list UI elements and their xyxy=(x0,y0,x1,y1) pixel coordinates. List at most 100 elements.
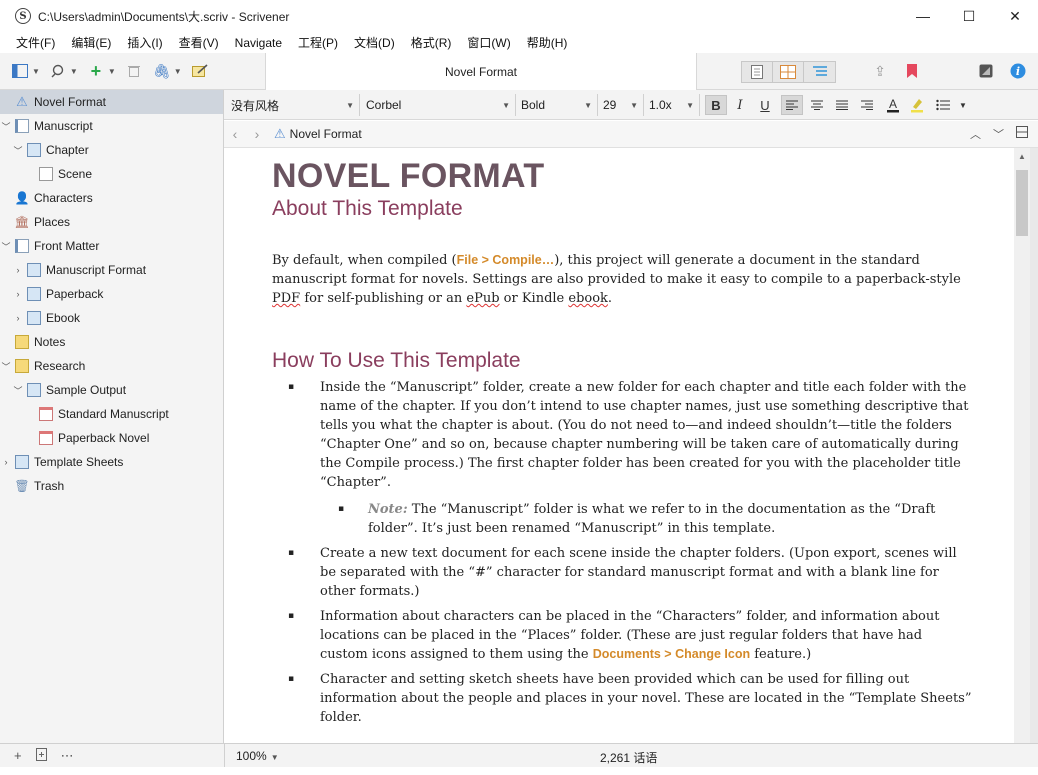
chevron-down-icon[interactable]: ▼ xyxy=(174,67,182,76)
binder-item-label: Front Matter xyxy=(34,239,100,253)
forward-arrow-icon[interactable]: › xyxy=(246,126,268,142)
next-document-icon[interactable]: ﹀ xyxy=(993,126,1004,142)
file-compile-link[interactable]: File > Compile… xyxy=(457,253,555,267)
menu-edit[interactable]: 编辑(E) xyxy=(63,34,119,51)
outliner-view-icon[interactable] xyxy=(804,62,835,82)
line-spacing-select[interactable]: 1.0x ▼ xyxy=(644,94,700,116)
align-left-button[interactable] xyxy=(781,95,803,115)
bold-button[interactable]: B xyxy=(705,95,727,115)
binder-item-research[interactable]: ﹀ Research xyxy=(0,354,223,378)
corkboard-view-icon[interactable] xyxy=(773,62,804,82)
font-select[interactable]: Corbel ▼ xyxy=(361,94,516,116)
binder-item-standard-manuscript[interactable]: Standard Manuscript xyxy=(0,402,223,426)
more-options-icon[interactable]: ⋯ xyxy=(61,748,74,764)
list-icon[interactable] xyxy=(932,95,954,115)
trash-toolbar-icon[interactable] xyxy=(124,61,144,81)
binder-item-template-sheets[interactable]: › Template Sheets xyxy=(0,450,223,474)
document-body[interactable]: NOVEL FORMAT About This Template By defa… xyxy=(272,156,972,733)
binder-item-front-matter[interactable]: ﹀ Front Matter xyxy=(0,234,223,258)
binder-item-novel-format[interactable]: ⚠ Novel Format xyxy=(0,90,223,114)
align-justify-button[interactable] xyxy=(831,95,853,115)
list-item: Information about characters can be plac… xyxy=(272,607,972,664)
binder-item-ebook[interactable]: › Ebook xyxy=(0,306,223,330)
bookmark-icon[interactable] xyxy=(902,61,922,81)
chevron-right-icon[interactable]: › xyxy=(0,457,12,467)
binder-item-label: Novel Format xyxy=(34,95,107,109)
binder-toggle-icon[interactable] xyxy=(10,61,30,81)
menu-project[interactable]: 工程(P) xyxy=(290,34,346,51)
align-center-button[interactable] xyxy=(806,95,828,115)
font-weight-select[interactable]: Bold ▼ xyxy=(516,94,598,116)
maximize-button[interactable]: ☐ xyxy=(946,0,992,32)
list-item: Character and setting sketch sheets have… xyxy=(272,670,972,727)
underline-button[interactable]: U xyxy=(754,95,776,115)
search-icon[interactable] xyxy=(48,61,68,81)
add-item-icon[interactable]: + xyxy=(14,748,22,764)
style-select[interactable]: 没有风格 ▼ xyxy=(226,94,360,116)
menu-view[interactable]: 查看(V) xyxy=(171,34,227,51)
chevron-down-icon[interactable]: ﹀ xyxy=(0,240,12,253)
menu-navigate[interactable]: Navigate xyxy=(227,36,290,50)
menu-window[interactable]: 窗口(W) xyxy=(459,34,518,51)
add-folder-icon[interactable] xyxy=(35,748,47,764)
chevron-down-icon[interactable]: ▼ xyxy=(32,67,40,76)
manuscript-icon xyxy=(15,119,29,133)
info-icon[interactable]: i xyxy=(1008,61,1028,81)
binder-item-notes[interactable]: Notes xyxy=(0,330,223,354)
scroll-up-icon[interactable]: ▲ xyxy=(1014,152,1030,161)
chevron-down-icon[interactable]: ▼ xyxy=(952,95,974,115)
chevron-down-icon[interactable]: ﹀ xyxy=(12,144,24,157)
binder-item-chapter[interactable]: ﹀ Chapter xyxy=(0,138,223,162)
binder-item-characters[interactable]: 👤 Characters xyxy=(0,186,223,210)
align-right-button[interactable] xyxy=(856,95,878,115)
binder-item-places[interactable]: 🏛 Places xyxy=(0,210,223,234)
binder-item-scene[interactable]: Scene xyxy=(0,162,223,186)
italic-button[interactable]: I xyxy=(729,95,751,115)
document-title: Novel Format xyxy=(265,53,697,90)
binder-item-trash[interactable]: 🗑 Trash xyxy=(0,474,223,498)
binder-item-manuscript-format[interactable]: › Manuscript Format xyxy=(0,258,223,282)
binder-item-label: Paperback xyxy=(46,287,104,301)
menu-help[interactable]: 帮助(H) xyxy=(519,34,576,51)
chevron-down-icon: ▼ xyxy=(584,100,592,110)
previous-document-icon[interactable]: ︿ xyxy=(970,126,981,142)
add-icon[interactable]: + xyxy=(86,61,106,81)
share-icon[interactable]: ⇪ xyxy=(870,61,890,81)
editor-scrollbar[interactable]: ▲ xyxy=(1014,148,1030,743)
warning-icon: ⚠ xyxy=(274,126,286,141)
binder-item-sample-output[interactable]: ﹀ Sample Output xyxy=(0,378,223,402)
back-arrow-icon[interactable]: ‹ xyxy=(224,126,246,142)
format-bar: 没有风格 ▼ Corbel ▼ Bold ▼ 29 ▼ 1.0x ▼ B I U A ▼ xyxy=(224,90,1038,120)
menu-format[interactable]: 格式(R) xyxy=(403,34,460,51)
chevron-down-icon[interactable]: ﹀ xyxy=(0,360,12,373)
chevron-down-icon[interactable]: ▼ xyxy=(70,67,78,76)
minimize-button[interactable]: — xyxy=(900,0,946,32)
scrivenings-view-icon[interactable] xyxy=(742,62,773,82)
attachment-icon[interactable]: 🖇 xyxy=(152,61,172,81)
text-color-icon[interactable]: A xyxy=(882,95,904,115)
binder-item-paperback-novel[interactable]: Paperback Novel xyxy=(0,426,223,450)
chevron-down-icon[interactable]: ﹀ xyxy=(12,384,24,397)
split-editor-icon[interactable] xyxy=(1016,126,1028,142)
change-icon-link[interactable]: Documents > Change Icon xyxy=(593,647,750,661)
zoom-select[interactable]: 100% ▼ xyxy=(236,749,279,763)
scrollbar-thumb[interactable] xyxy=(1016,170,1028,236)
chevron-down-icon[interactable]: ▼ xyxy=(108,67,116,76)
chevron-right-icon[interactable]: › xyxy=(12,313,24,323)
menu-documents[interactable]: 文档(D) xyxy=(346,34,403,51)
close-button[interactable]: ✕ xyxy=(992,0,1038,32)
pdf-icon xyxy=(39,431,53,445)
binder-item-manuscript[interactable]: ﹀ Manuscript xyxy=(0,114,223,138)
chevron-down-icon[interactable]: ﹀ xyxy=(0,120,12,133)
inspector-toggle-icon[interactable] xyxy=(976,61,996,81)
binder-item-paperback[interactable]: › Paperback xyxy=(0,282,223,306)
menu-file[interactable]: 文件(F) xyxy=(8,34,63,51)
chevron-right-icon[interactable]: › xyxy=(12,289,24,299)
title-bar: S C:\Users\admin\Documents\大.scriv - Scr… xyxy=(0,0,1038,32)
menu-insert[interactable]: 插入(I) xyxy=(119,34,170,51)
font-size-select[interactable]: 29 ▼ xyxy=(598,94,644,116)
chevron-right-icon[interactable]: › xyxy=(12,265,24,275)
edit-notes-icon[interactable] xyxy=(190,61,210,81)
highlight-icon[interactable] xyxy=(906,95,928,115)
editor-pane[interactable]: NOVEL FORMAT About This Template By defa… xyxy=(224,148,1014,743)
